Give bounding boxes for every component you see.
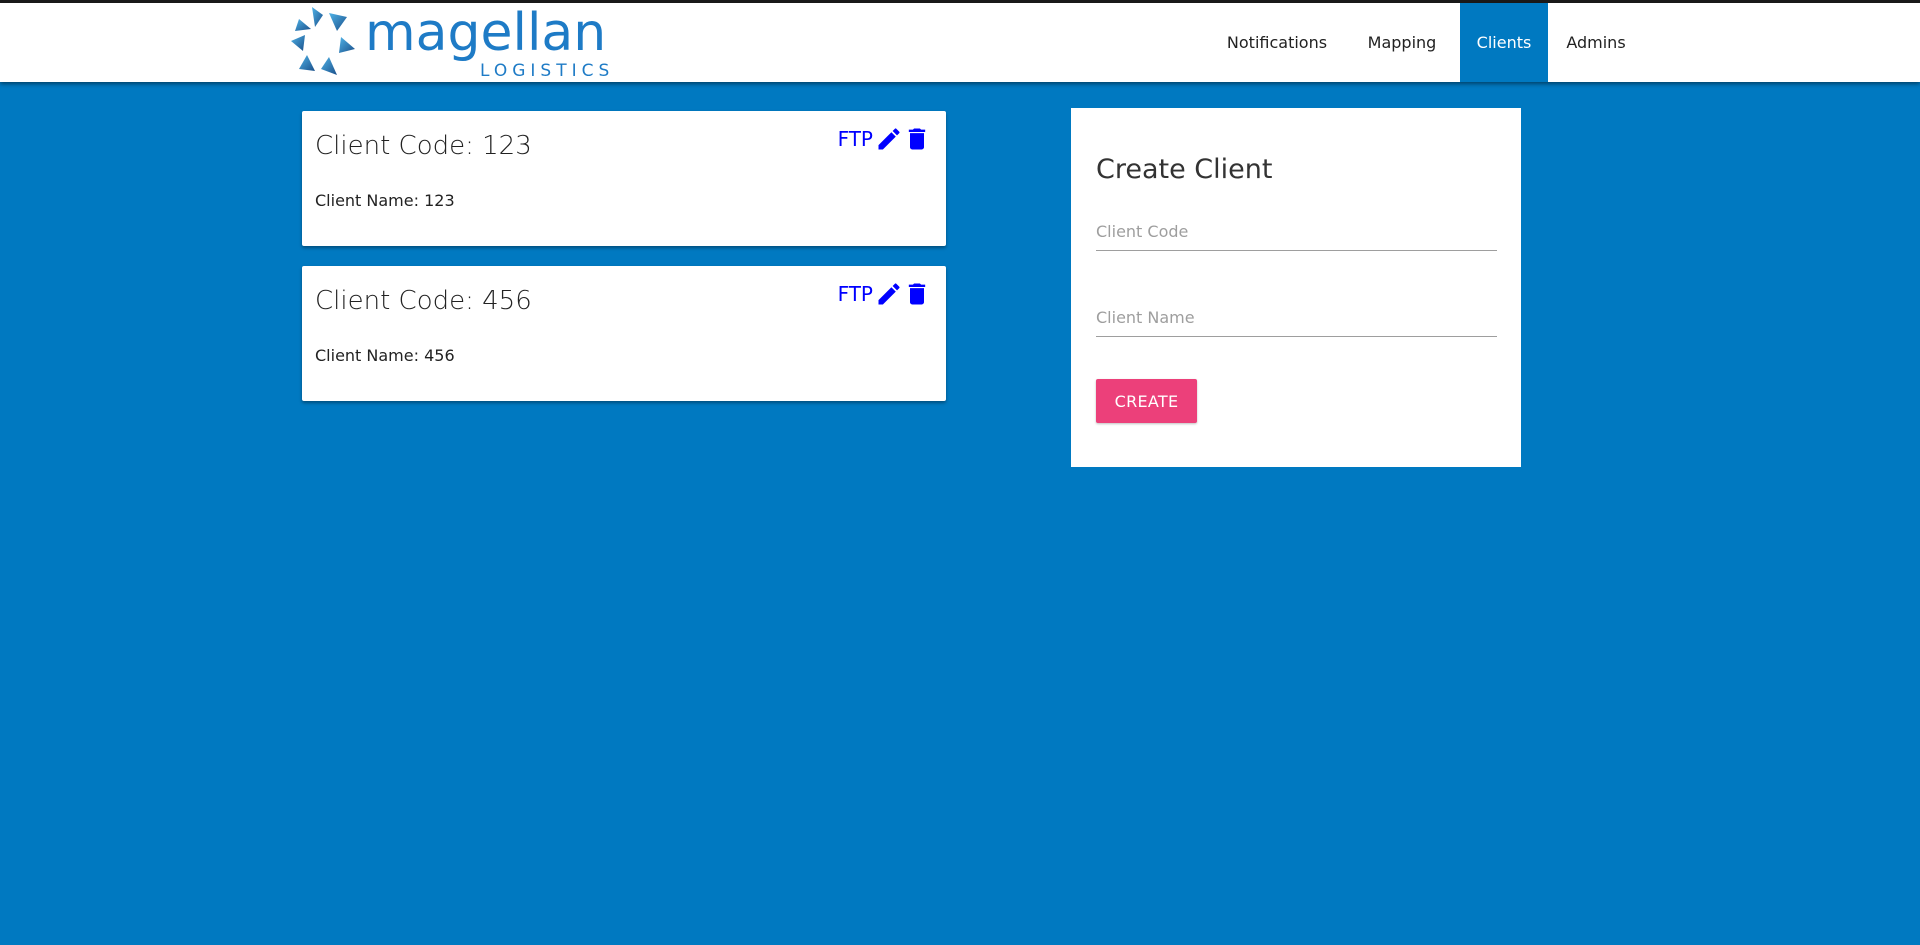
- card-actions: FTP: [838, 125, 931, 153]
- create-client-panel: Create Client CREATE: [1071, 108, 1521, 467]
- client-name-text: Client Name: 123: [315, 191, 455, 210]
- star-emblem-icon: [291, 7, 355, 75]
- ftp-link[interactable]: FTP: [838, 282, 873, 306]
- nav-item-label: Mapping: [1367, 33, 1437, 52]
- nav-item-label: Clients: [1476, 33, 1532, 52]
- trash-icon[interactable]: [903, 280, 931, 308]
- client-card: Client Code: 456 Client Name: 456 FTP: [302, 266, 946, 401]
- panel-title: Create Client: [1096, 154, 1273, 185]
- header-bar: magellan LOGISTICS Notifications Mapping…: [0, 3, 1920, 82]
- nav-item-label: Notifications: [1226, 33, 1328, 52]
- trash-icon[interactable]: [903, 125, 931, 153]
- nav-item-admins[interactable]: Admins: [1548, 3, 1644, 82]
- client-name-input[interactable]: [1096, 298, 1497, 337]
- pencil-icon[interactable]: [875, 280, 903, 308]
- nav-item-clients[interactable]: Clients: [1460, 3, 1548, 82]
- nav-item-notifications[interactable]: Notifications: [1210, 3, 1344, 82]
- brand-subtitle: LOGISTICS: [480, 61, 615, 81]
- ftp-link[interactable]: FTP: [838, 127, 873, 151]
- brand-logo[interactable]: magellan LOGISTICS: [285, 3, 615, 83]
- brand-name: magellan: [365, 3, 607, 63]
- nav-item-label: Admins: [1566, 33, 1626, 52]
- nav-item-mapping[interactable]: Mapping: [1344, 3, 1460, 82]
- client-code-title: Client Code: 123: [315, 131, 532, 161]
- create-button[interactable]: CREATE: [1096, 379, 1197, 423]
- client-code-input[interactable]: [1096, 212, 1497, 251]
- client-name-text: Client Name: 456: [315, 346, 455, 365]
- main-nav: Notifications Mapping Clients Admins: [1210, 3, 1644, 82]
- card-actions: FTP: [838, 280, 931, 308]
- client-card: Client Code: 123 Client Name: 123 FTP: [302, 111, 946, 246]
- pencil-icon[interactable]: [875, 125, 903, 153]
- client-code-title: Client Code: 456: [315, 286, 532, 316]
